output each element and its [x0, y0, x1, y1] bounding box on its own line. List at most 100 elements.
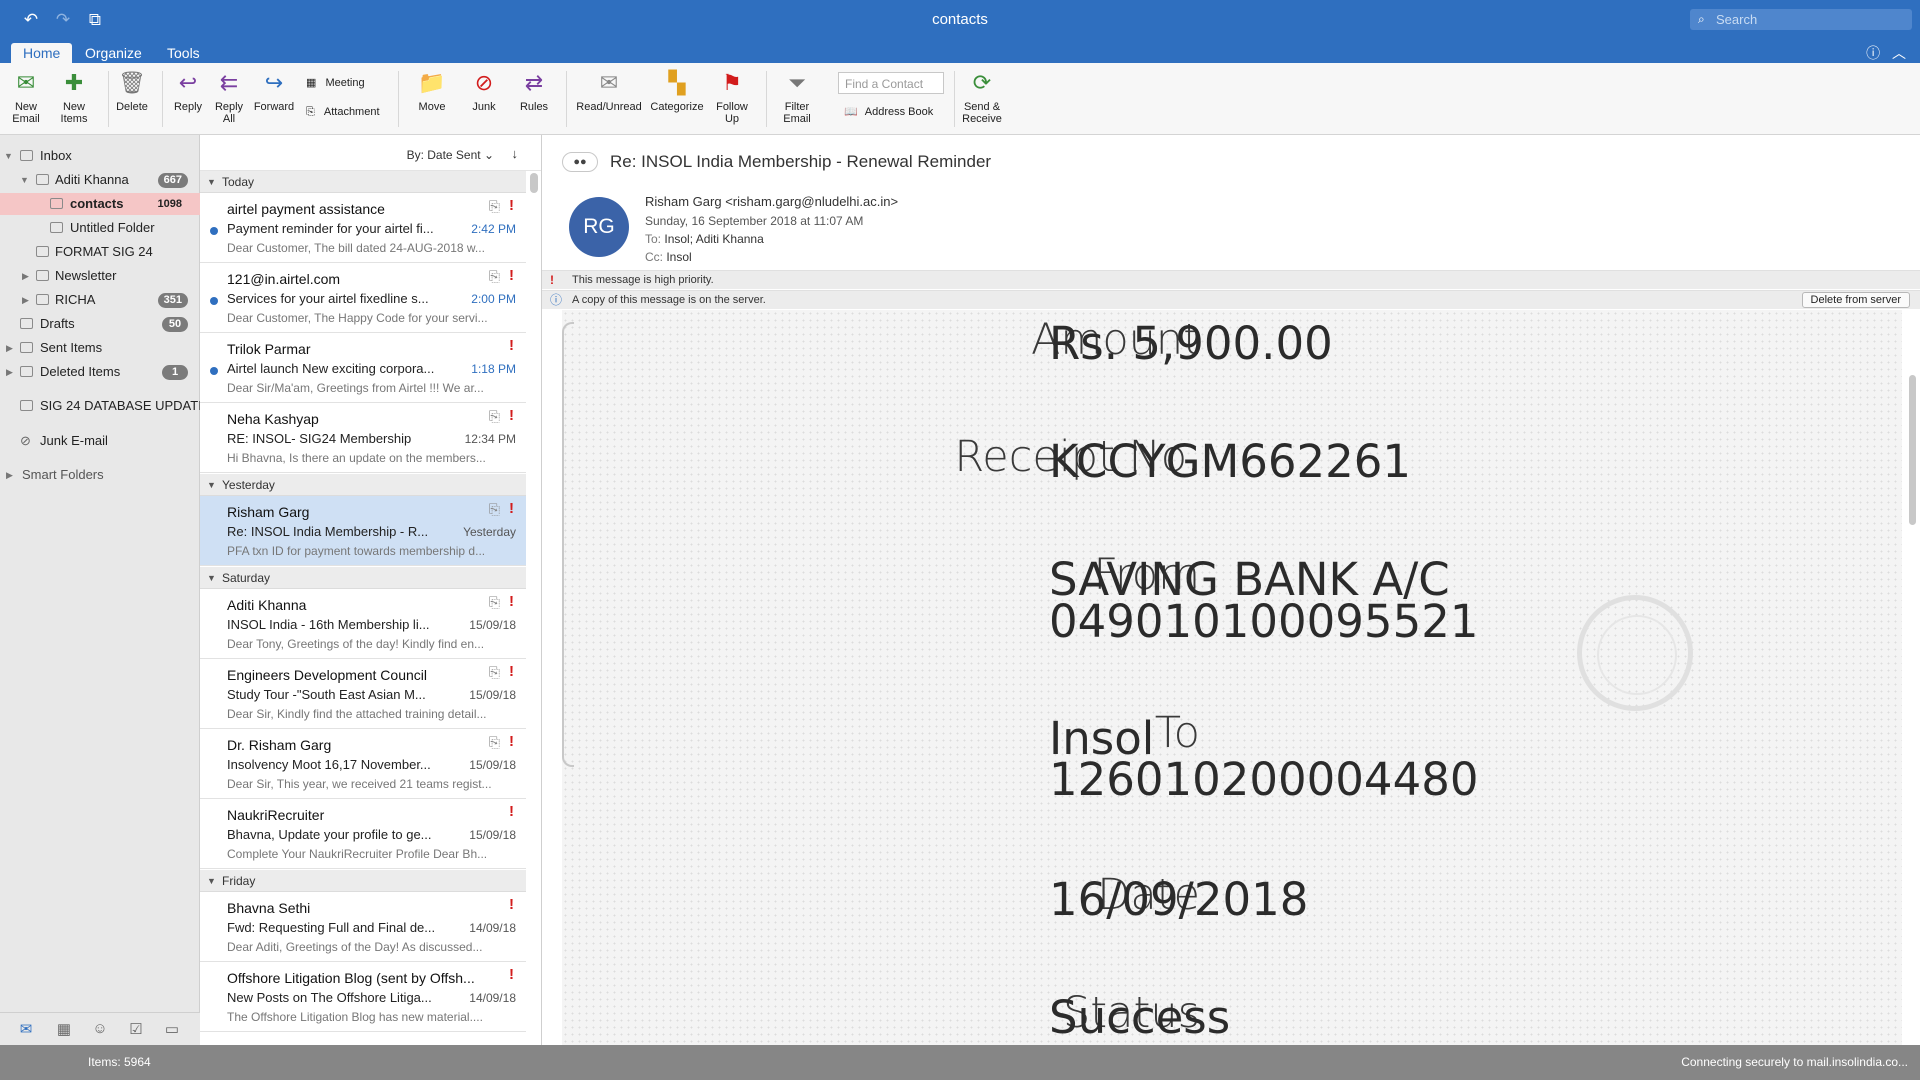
message-row[interactable]: Aditi Khanna ⎘! INSOL India - 16th Membe…: [200, 589, 526, 659]
address-book-button[interactable]: 📖 Address Book: [844, 105, 933, 118]
high-importance-icon: !: [550, 273, 554, 287]
smart-folders[interactable]: ▶ Smart Folders: [0, 464, 200, 486]
folder-inbox[interactable]: ▼ Inbox: [0, 145, 200, 167]
junk-button[interactable]: ⊘ Junk: [464, 69, 504, 113]
reading-pane-scrollbar[interactable]: [1909, 375, 1916, 525]
calendar-icon[interactable]: ▦: [54, 1020, 74, 1038]
move-folder-icon: 📁: [418, 70, 446, 95]
sort-dropdown[interactable]: By: Date Sent ⌄: [407, 148, 494, 162]
high-importance-icon: !: [509, 337, 514, 354]
help-icon[interactable]: ⓘ: [1866, 45, 1880, 61]
message-row[interactable]: NaukriRecruiter ! Bhavna, Update your pr…: [200, 799, 526, 869]
search-placeholder: Search: [1716, 12, 1758, 27]
message-list-scrollbar[interactable]: [530, 173, 538, 193]
categorize-button[interactable]: ▚ Categorize: [648, 69, 706, 113]
message-row[interactable]: 121@in.airtel.com ⎘! Services for your a…: [200, 263, 526, 333]
rules-button[interactable]: ⇄ Rules: [514, 69, 554, 113]
tab-home[interactable]: Home: [11, 43, 73, 63]
message-row[interactable]: Offshore Litigation Blog (sent by Offsh.…: [200, 962, 526, 1032]
folder-untitled[interactable]: Untitled Folder: [0, 217, 200, 239]
folder-sent-items[interactable]: ▶ Sent Items: [0, 337, 200, 359]
new-email-button[interactable]: ✉ New Email: [8, 69, 44, 125]
message-list: By: Date Sent ⌄ ↓ ▼ Today airtel payment …: [200, 135, 542, 1045]
sort-direction-icon[interactable]: ↓: [512, 146, 519, 161]
folder-format-sig-24[interactable]: FORMAT SIG 24: [0, 241, 200, 263]
attachment-icon: ⎘: [488, 501, 500, 517]
disclosure-triangle-icon[interactable]: ▼: [4, 145, 13, 167]
attachment-icon: ⎘: [488, 198, 500, 214]
sent-icon: [20, 342, 33, 353]
meeting-button[interactable]: ▦ Meeting: [306, 76, 365, 89]
folder-aditi-khanna[interactable]: ▼ Aditi Khanna 667: [0, 169, 200, 191]
mail-icon[interactable]: ✉: [16, 1020, 36, 1038]
message-row[interactable]: Dr. Risham Garg ⎘! Insolvency Moot 16,17…: [200, 729, 526, 799]
read-unread-button[interactable]: ✉ Read/Unread: [574, 69, 644, 113]
unread-count: 50: [162, 317, 188, 332]
message-subject: Re: INSOL India Membership - Renewal Rem…: [610, 152, 992, 171]
receipt-amount: Rs. 5,900.00: [1049, 317, 1333, 370]
delete-from-server-button[interactable]: Delete from server: [1801, 292, 1910, 308]
search-input[interactable]: ⌕ Search: [1690, 9, 1912, 30]
forward-button[interactable]: ↪ Forward: [252, 69, 296, 113]
unread-count: 351: [157, 293, 188, 308]
folder-contacts[interactable]: contacts 1098: [0, 193, 200, 215]
conversation-icon[interactable]: ●●: [562, 152, 598, 172]
junk-icon: ⊘: [474, 70, 494, 95]
disclosure-triangle-icon[interactable]: ▶: [22, 289, 29, 311]
folder-junk-email[interactable]: ⊘ Junk E-mail: [0, 430, 200, 452]
collapse-ribbon-icon[interactable]: ︿: [1892, 45, 1906, 61]
delete-button[interactable]: 🗑 Delete: [114, 69, 150, 113]
folder-sig24-database[interactable]: SIG 24 DATABASE UPDATI...: [0, 395, 213, 417]
group-header[interactable]: ▼ Yesterday: [200, 474, 526, 496]
receipt-image: Amount Rs. 5,900.00 Receipt No. KCCYGM66…: [562, 310, 1902, 1045]
chevron-down-icon: ▼: [207, 177, 216, 187]
tab-organize[interactable]: Organize: [73, 43, 154, 63]
send-receive-button[interactable]: ⟳ Send & Receive: [960, 69, 1004, 125]
find-contact-input[interactable]: Find a Contact: [838, 72, 944, 94]
attachment-button[interactable]: ⎘ Attachment: [306, 106, 380, 119]
high-importance-icon: !: [509, 197, 514, 214]
message-row[interactable]: Neha Kashyap ⎘! RE: INSOL- SIG24 Members…: [200, 403, 526, 473]
receipt-status: Success: [1049, 991, 1231, 1044]
unread-count: 667: [157, 173, 188, 188]
reply-all-icon: ⇇: [219, 70, 239, 95]
reading-pane: ●● Re: INSOL India Membership - Renewal …: [542, 135, 1920, 1045]
tasks-icon[interactable]: ☑: [126, 1020, 146, 1038]
attachment-icon: ⎘: [488, 734, 500, 750]
disclosure-triangle-icon[interactable]: ▶: [6, 337, 13, 359]
folder-newsletter[interactable]: ▶ Newsletter: [0, 265, 200, 287]
filter-email-button[interactable]: ⏷ Filter Email: [774, 69, 820, 125]
new-items-button[interactable]: ✚ New Items: [54, 69, 94, 125]
group-header[interactable]: ▼ Friday: [200, 870, 526, 892]
notes-icon[interactable]: ▭: [162, 1020, 182, 1038]
follow-up-button[interactable]: ⚑ Follow Up: [712, 69, 752, 125]
disclosure-triangle-icon[interactable]: ▶: [6, 361, 13, 383]
sender-address[interactable]: Risham Garg <risham.garg@nludelhi.ac.in>: [645, 194, 898, 209]
message-row[interactable]: Bhavna Sethi ! Fwd: Requesting Full and …: [200, 892, 526, 962]
new-items-icon: ✚: [64, 70, 84, 95]
disclosure-triangle-icon[interactable]: ▼: [20, 169, 29, 191]
message-row[interactable]: Trilok Parmar ! Airtel launch New exciti…: [200, 333, 526, 403]
message-row[interactable]: Engineers Development Council ⎘! Study T…: [200, 659, 526, 729]
sort-bar: By: Date Sent ⌄ ↓: [200, 135, 541, 171]
reply-all-button[interactable]: ⇇ Reply All: [212, 69, 246, 125]
paperclip-icon: ⎘: [306, 106, 315, 118]
tab-tools[interactable]: Tools: [155, 43, 212, 63]
receipt-number: KCCYGM662261: [1049, 435, 1412, 488]
to-recipients: To: Insol; Aditi Khanna: [645, 232, 764, 246]
reply-icon: ↩: [178, 70, 198, 95]
group-header[interactable]: ▼ Saturday: [200, 567, 526, 589]
folder-deleted-items[interactable]: ▶ Deleted Items 1: [0, 361, 200, 383]
disclosure-triangle-icon[interactable]: ▶: [22, 265, 29, 287]
reply-button[interactable]: ↩ Reply: [170, 69, 206, 113]
message-row[interactable]: airtel payment assistance ⎘! Payment rem…: [200, 193, 526, 263]
people-icon[interactable]: ☺: [90, 1020, 110, 1038]
message-row[interactable]: Risham Garg ⎘! Re: INSOL India Membershi…: [200, 496, 526, 566]
group-header[interactable]: ▼ Today: [200, 171, 526, 193]
folder-richa[interactable]: ▶ RICHA 351: [0, 289, 200, 311]
move-button[interactable]: 📁 Move: [410, 69, 454, 113]
folder-drafts[interactable]: Drafts 50: [0, 313, 200, 335]
inbox-icon: [20, 150, 33, 161]
receipt-to-number: 126010200004480: [1049, 753, 1479, 806]
disclosure-triangle-icon[interactable]: ▶: [6, 464, 13, 486]
